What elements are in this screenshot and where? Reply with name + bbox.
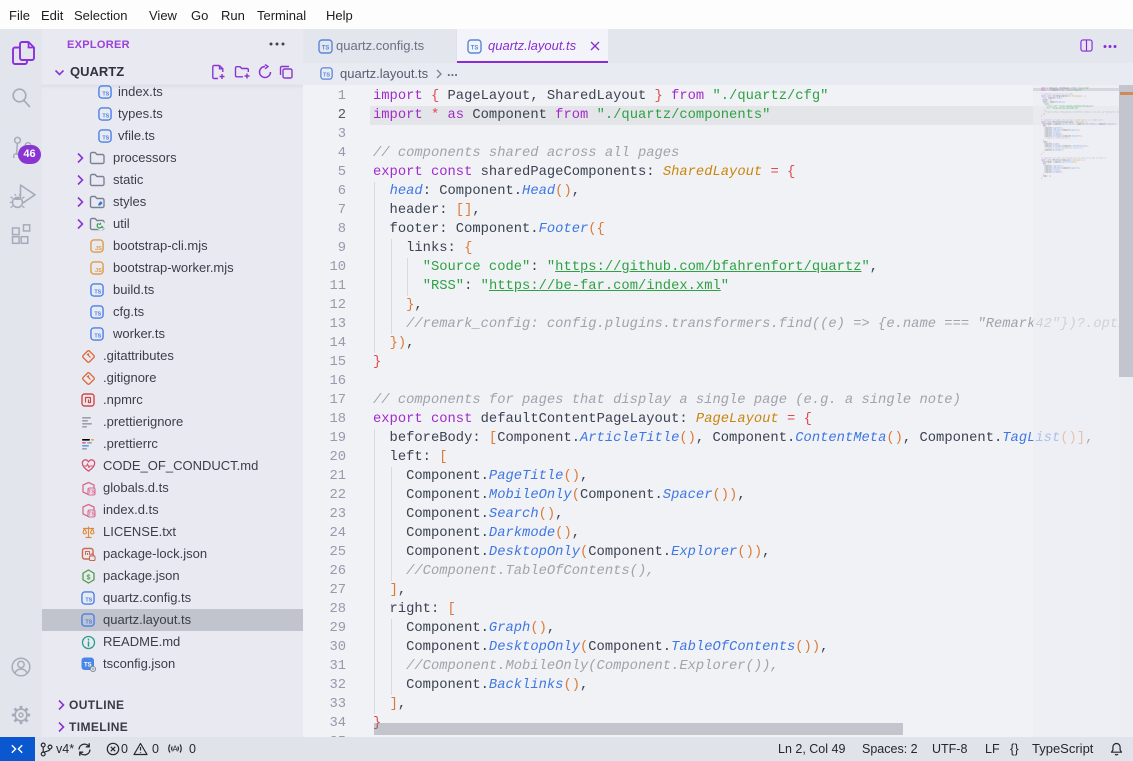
svg-text:TS: TS — [88, 490, 95, 496]
svg-text:TS: TS — [94, 312, 101, 318]
svg-text:$: $ — [87, 574, 91, 581]
svg-text:TS: TS — [102, 114, 109, 120]
svg-text:JS: JS — [95, 246, 102, 252]
svg-text:TS: TS — [471, 46, 479, 52]
svg-text:TS: TS — [323, 72, 330, 78]
svg-text:TS: TS — [88, 512, 95, 518]
svg-text:A: A — [172, 745, 178, 754]
svg-text:TS: TS — [102, 136, 109, 142]
svg-text:TS: TS — [94, 290, 101, 296]
svg-text:TS: TS — [94, 334, 101, 340]
svg-text:TS: TS — [85, 620, 92, 626]
svg-text:TS: TS — [322, 46, 330, 52]
svg-text:TS: TS — [102, 92, 109, 98]
svg-text:TS: TS — [85, 598, 92, 604]
svg-text:JS: JS — [95, 268, 102, 274]
